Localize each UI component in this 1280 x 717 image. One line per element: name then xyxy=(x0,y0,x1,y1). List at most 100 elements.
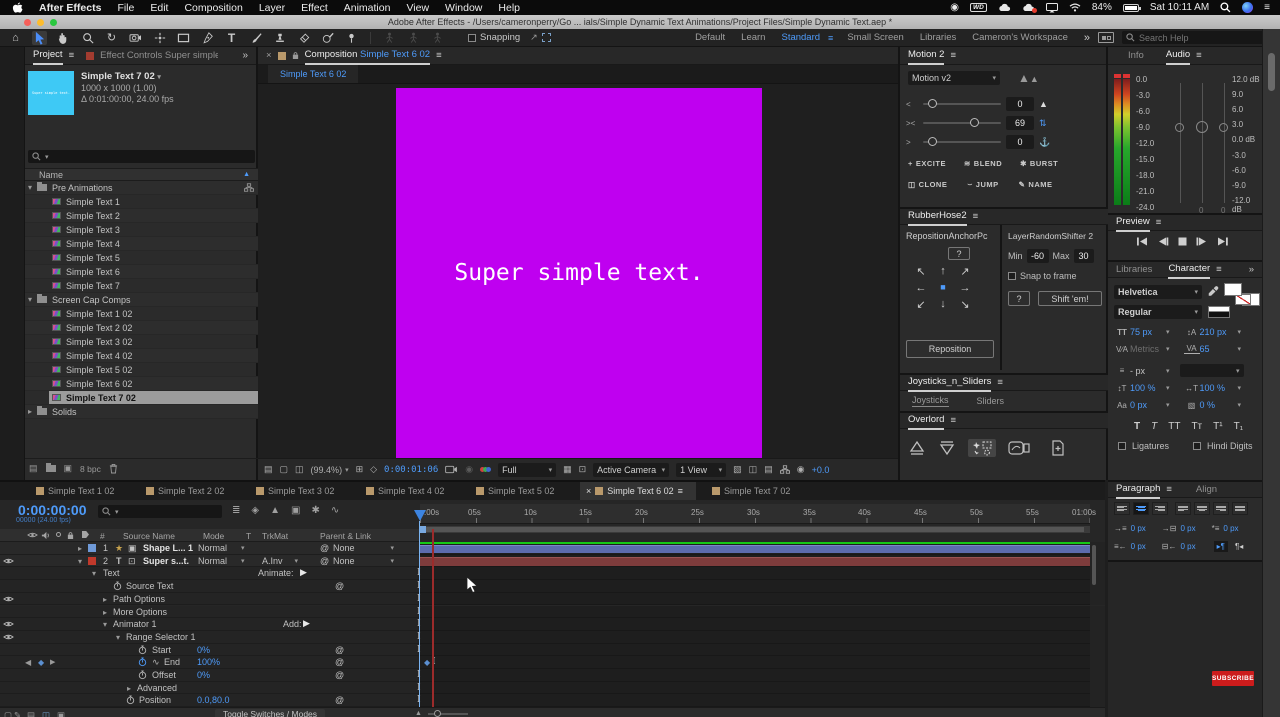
apple-menu-icon[interactable] xyxy=(12,1,23,14)
label-color-swatch[interactable] xyxy=(88,556,96,565)
brainstorm-icon[interactable]: ▣ xyxy=(57,710,65,717)
horizontal-scale-value[interactable]: 100 % xyxy=(1200,383,1238,393)
expand-icon[interactable]: ▸ xyxy=(127,684,131,693)
project-comp-row[interactable]: Simple Text 1 02 xyxy=(25,307,258,321)
prop-label[interactable]: Animator 1 xyxy=(113,619,157,629)
frame-blend-toggle-icon[interactable]: ▤ xyxy=(27,710,35,717)
add-property-icon[interactable]: ▶ xyxy=(303,618,310,629)
tab-preview[interactable]: Preview xyxy=(1116,214,1150,232)
workspace-standard-menu-icon[interactable]: ≡ xyxy=(828,33,833,43)
audio-column-icon[interactable] xyxy=(41,531,50,540)
anchor-s-button[interactable]: ↓ xyxy=(940,298,946,311)
camera-dropdown[interactable]: Active Camera ▾ xyxy=(593,462,670,477)
layer1-track[interactable] xyxy=(420,542,1090,555)
align-right-button[interactable] xyxy=(1152,502,1168,515)
menu-help[interactable]: Help xyxy=(498,2,520,14)
snapshot-icon[interactable] xyxy=(445,465,458,474)
anchor-se-button[interactable]: ↘ xyxy=(960,298,969,311)
workspace-libraries[interactable]: Libraries xyxy=(912,32,964,43)
project-comp-row[interactable]: Simple Text 5 02 xyxy=(25,363,258,377)
primary-viewer-icon[interactable]: ▢ xyxy=(280,464,289,475)
new-folder-icon[interactable] xyxy=(45,463,56,472)
motion-blur-icon[interactable]: ✱ xyxy=(311,505,319,516)
tracking-caret[interactable]: ▾ xyxy=(1238,345,1242,353)
expression-pickwhip-icon[interactable]: @ xyxy=(335,645,344,655)
airplay-icon[interactable] xyxy=(1046,3,1058,13)
expression-pickwhip-icon[interactable]: @ xyxy=(335,657,344,667)
timeline-search[interactable]: ▾ xyxy=(98,505,222,518)
project-search[interactable]: ▾ xyxy=(28,150,255,163)
property-eye-icon[interactable] xyxy=(3,620,14,628)
workspace-manager-icon[interactable] xyxy=(1098,32,1114,43)
pen-tool-icon[interactable] xyxy=(200,31,215,45)
cloud-upload-icon[interactable] xyxy=(998,3,1011,12)
project-comp-row[interactable]: Simple Text 2 02 xyxy=(25,321,258,335)
justify-last-right-button[interactable] xyxy=(1213,502,1229,515)
prop-label[interactable]: Start xyxy=(152,645,171,655)
excite-button[interactable]: + EXCITE xyxy=(908,159,946,168)
timeline-tab[interactable]: Simple Text 4 02 xyxy=(360,482,470,500)
motion-slider-3[interactable] xyxy=(923,137,1001,146)
audio-menu-icon[interactable]: ≡ xyxy=(1196,50,1202,61)
menu-layer[interactable]: Layer xyxy=(259,2,285,14)
exposure-value[interactable]: +0.0 xyxy=(812,465,830,475)
viewer-panel-menu-icon[interactable]: ≡ xyxy=(436,50,442,61)
menu-animation[interactable]: Animation xyxy=(344,2,391,14)
collapse-layer-icon[interactable]: ▾ xyxy=(78,557,82,566)
stroke-width-value[interactable]: - px xyxy=(1130,366,1166,376)
panel-overflow-icon[interactable]: » xyxy=(242,50,248,61)
overlord-shapes-icon[interactable] xyxy=(1008,440,1030,456)
property-eye-icon[interactable] xyxy=(3,595,14,603)
search-help-input[interactable] xyxy=(1139,32,1249,43)
snapping-checkbox[interactable] xyxy=(468,33,476,42)
project-panel-menu-icon[interactable]: ≡ xyxy=(69,50,75,61)
tab-info[interactable]: Info xyxy=(1128,50,1144,61)
tab-project[interactable]: Project xyxy=(33,47,63,65)
expand-icon[interactable]: ▸ xyxy=(103,595,107,604)
preview-menu-icon[interactable]: ≡ xyxy=(1156,217,1162,228)
subscribe-button[interactable]: SUBSCRIBE xyxy=(1212,671,1254,686)
layer-row-shape[interactable]: ▸ 1 ★ ▣ Shape L... 1 Normal ▾ @ None ▾ xyxy=(0,542,1105,555)
layer-row-text[interactable]: ▾ 2 T ⊡ Super s...t. Normal ▾ A.Inv ▾ @ No… xyxy=(0,554,1105,568)
timeline-tab[interactable]: Simple Text 2 02 xyxy=(140,482,250,500)
quality-icon[interactable]: ▣ xyxy=(128,543,137,554)
tab-menu-icon[interactable]: ≡ xyxy=(678,486,683,496)
last-frame-button[interactable] xyxy=(1217,237,1229,246)
justify-all-button[interactable] xyxy=(1232,502,1248,515)
workspace-small-screen[interactable]: Small Screen xyxy=(839,32,912,43)
anchor-n-button[interactable]: ↑ xyxy=(940,265,946,278)
collapse-icon[interactable]: ▾ xyxy=(116,633,120,642)
work-area-bar[interactable] xyxy=(420,526,1090,533)
rasterize-icon[interactable]: ⊡ xyxy=(128,556,136,567)
layer-name[interactable]: Super s...t. xyxy=(143,556,189,566)
anchor-sw-button[interactable]: ↙ xyxy=(916,298,925,311)
joysticks-menu-icon[interactable]: ≡ xyxy=(997,377,1003,388)
view-layout-dropdown[interactable]: 1 View ▾ xyxy=(676,462,727,477)
fill-color-strip[interactable] xyxy=(1208,306,1230,318)
updown-arrows-icon[interactable]: ⇅ xyxy=(1039,118,1047,129)
hscale-caret[interactable]: ▾ xyxy=(1238,384,1242,392)
prop-label[interactable]: Range Selector 1 xyxy=(126,632,196,642)
next-keyframe-icon[interactable]: ▶ xyxy=(50,658,55,666)
character-menu-icon[interactable]: ≡ xyxy=(1216,264,1222,275)
stopwatch-icon[interactable] xyxy=(138,670,147,680)
tab-align[interactable]: Align xyxy=(1196,484,1217,495)
notification-center-icon[interactable]: ≡ xyxy=(1264,2,1270,13)
solo-column-icon[interactable] xyxy=(56,532,61,537)
prop-value[interactable]: 100% xyxy=(197,657,220,667)
align-left-button[interactable] xyxy=(1114,502,1130,515)
graph-icon[interactable]: ∿ xyxy=(152,657,160,668)
timeline-tab[interactable]: Simple Text 5 02 xyxy=(470,482,580,500)
superscript-button[interactable]: T¹ xyxy=(1213,421,1222,432)
joysticks-subtab[interactable]: Joysticks xyxy=(912,395,949,407)
project-comp-row[interactable]: Simple Text 4 02 xyxy=(25,349,258,363)
channels-icon[interactable] xyxy=(480,467,492,472)
home-tool-icon[interactable]: ⌂ xyxy=(8,31,23,45)
collapse-text-icon[interactable]: ▾ xyxy=(92,569,96,578)
audio-slider-knob[interactable] xyxy=(1219,123,1228,132)
prop-label[interactable]: More Options xyxy=(113,607,167,617)
indent-left-value[interactable]: 0 px xyxy=(1131,524,1146,533)
leading-value[interactable]: 210 px xyxy=(1200,327,1238,337)
prev-keyframe-icon[interactable]: ◀ xyxy=(25,658,31,667)
zoom-window-button[interactable] xyxy=(50,18,57,26)
